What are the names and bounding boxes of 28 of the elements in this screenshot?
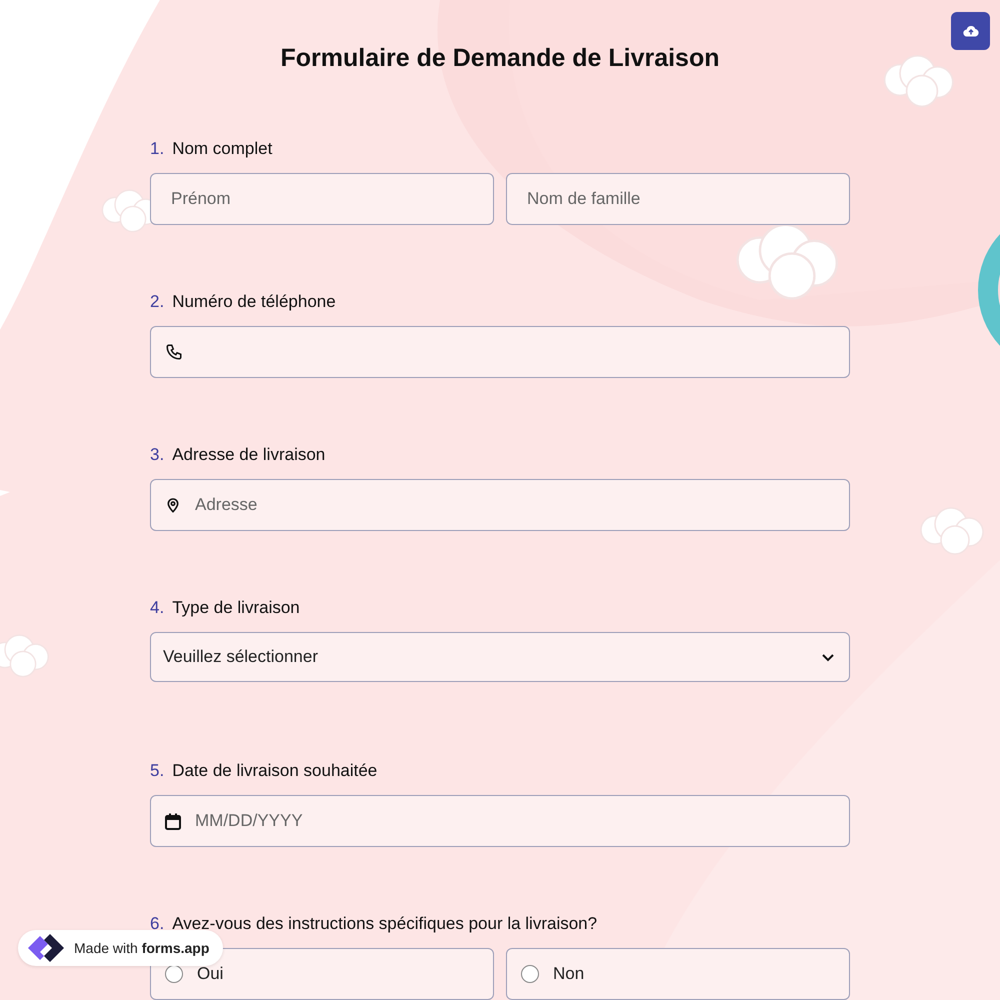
- phone-icon: [165, 343, 183, 361]
- address-input-field[interactable]: Adresse: [150, 479, 850, 531]
- made-with-badge[interactable]: Made with forms.app: [18, 930, 224, 966]
- name-input-field[interactable]: Prénom: [150, 173, 494, 225]
- question-label: Numéro de téléphone: [172, 291, 336, 313]
- question-number: 5.: [150, 760, 164, 782]
- dropdown[interactable]: Veuillez sélectionner: [150, 632, 850, 682]
- question-label: Adresse de livraison: [172, 444, 326, 466]
- radio-option[interactable]: Non: [506, 948, 850, 1000]
- cloud-upload-icon: [962, 25, 978, 37]
- question-number: 2.: [150, 291, 164, 313]
- upload-button[interactable]: [951, 12, 990, 50]
- question-number: 4.: [150, 597, 164, 619]
- form-title: Formulaire de Demande de Livraison: [280, 43, 720, 74]
- location-pin-icon: [165, 496, 181, 514]
- question-number: 1.: [150, 138, 164, 160]
- chevron-down-icon: [821, 652, 835, 662]
- calendar-icon: [165, 812, 181, 830]
- question-label: Type de livraison: [172, 597, 300, 619]
- question-label: Date de livraison souhaitée: [172, 760, 378, 782]
- phone-input-field[interactable]: [150, 326, 850, 378]
- question-label: Nom complet: [172, 138, 272, 160]
- radio-button[interactable]: [165, 965, 183, 983]
- question-number: 3.: [150, 444, 164, 466]
- date-input-field[interactable]: MM/DD/YYYY: [150, 795, 850, 847]
- radio-button[interactable]: [521, 965, 539, 983]
- name-input-field[interactable]: Nom de famille: [506, 173, 850, 225]
- logo-icon: [26, 932, 66, 964]
